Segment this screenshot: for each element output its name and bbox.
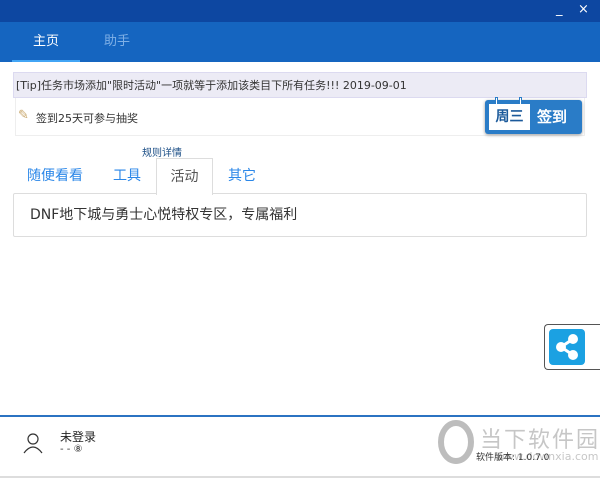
sign-in-hint: 签到25天可参与抽奖 [36,112,138,125]
user-level: - - ⑧ [60,444,83,455]
share-button[interactable] [544,324,600,370]
rules-link[interactable]: 规则详情 [142,144,182,159]
subtab-activity[interactable]: 活动 [156,158,213,195]
tab-assistant[interactable]: 助手 [104,22,130,62]
watermark-logo: 当下软件园 www.downxia.com [436,420,598,467]
version-label: 软件版本: 1.0.7.0 [476,453,550,463]
weekday-label: 周三 [489,104,530,130]
tip-banner: [Tip]任务市场添加"限时活动"一项就等于添加该类目下所有任务!!! 2019… [13,72,587,98]
activity-item[interactable]: DNF地下城与勇士心悦特权专区，专属福利 [13,193,587,237]
pen-icon: ✎ [18,108,29,123]
login-status[interactable]: 未登录 [60,428,96,445]
subtab-tools[interactable]: 工具 [102,158,152,194]
sign-in-label: 签到 [537,108,568,126]
tab-home[interactable]: 主页 [12,22,80,62]
main-nav: 主页 助手 [0,22,600,62]
title-bar: _ × [0,0,600,22]
user-avatar-icon[interactable] [22,432,44,457]
close-button[interactable]: × [578,2,589,17]
subtab-other[interactable]: 其它 [218,158,266,194]
footer-divider [0,415,600,417]
subtab-browse[interactable]: 随便看看 [18,158,92,194]
minimize-button[interactable]: _ [556,2,563,17]
share-icon [549,329,585,365]
sign-in-button[interactable]: 周三 签到 [485,97,582,134]
